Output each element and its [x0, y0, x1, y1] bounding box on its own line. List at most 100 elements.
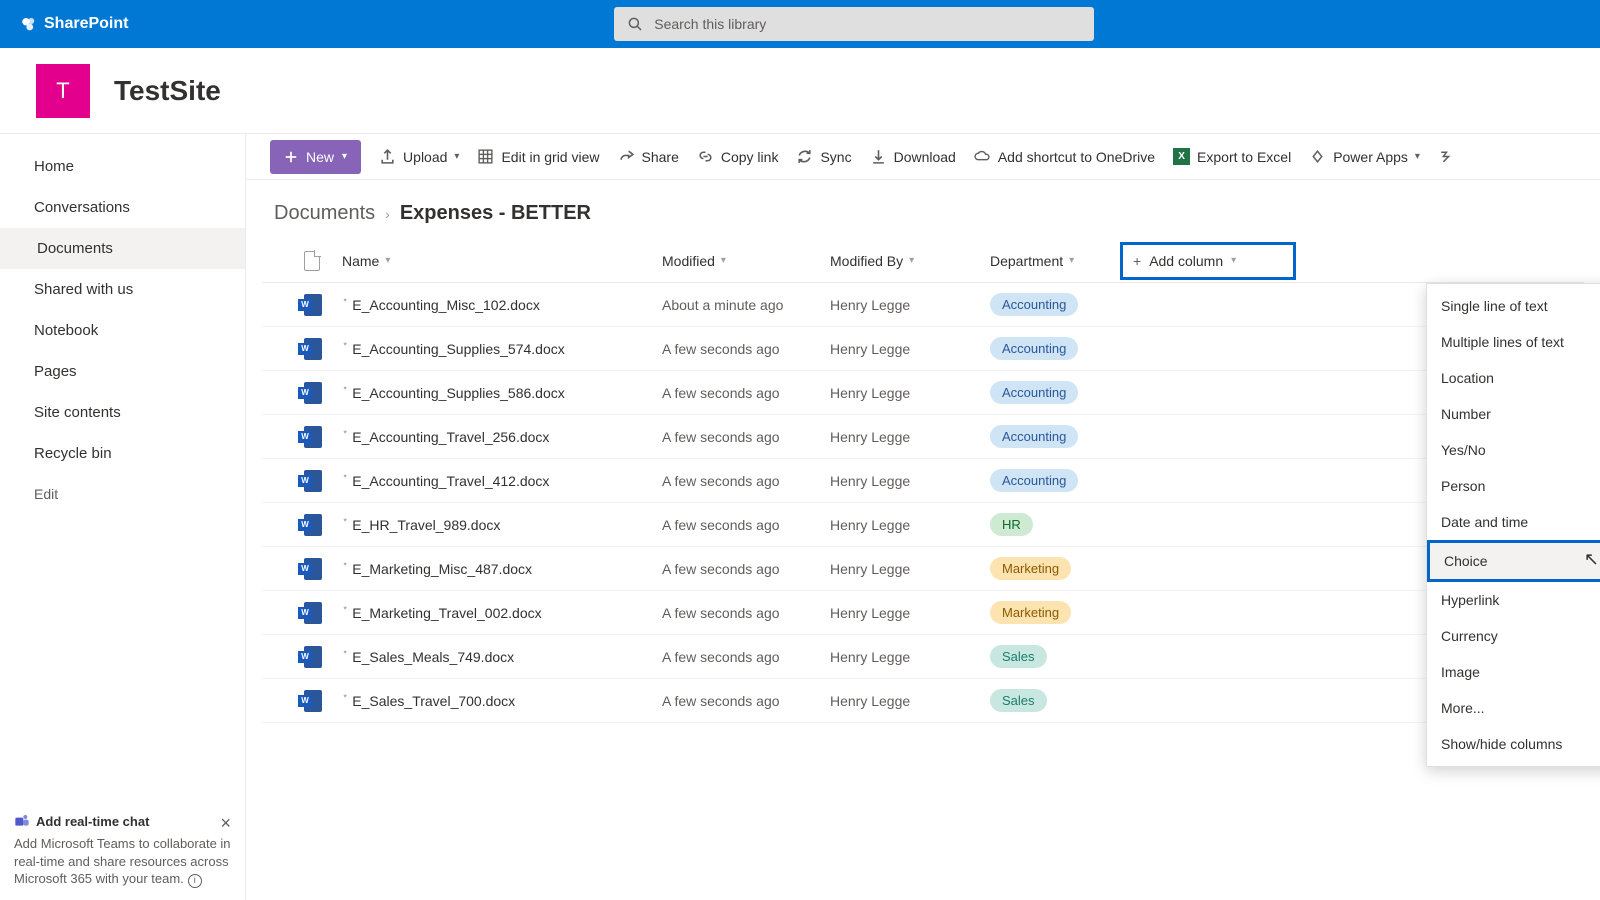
file-name-cell[interactable]: ⋆E_Sales_Meals_749.docx	[342, 649, 662, 665]
column-header-modified-by[interactable]: Modified By▾	[830, 253, 990, 269]
add-column-label: Add column	[1149, 253, 1223, 269]
nav-item-recycle-bin[interactable]: Recycle bin	[0, 433, 245, 474]
modified-by-cell[interactable]: Henry Legge	[830, 649, 990, 665]
nav-edit-link[interactable]: Edit	[0, 474, 245, 514]
file-name-cell[interactable]: ⋆E_Accounting_Travel_412.docx	[342, 473, 662, 489]
department-pill: Sales	[990, 689, 1047, 712]
file-name-cell[interactable]: ⋆E_Accounting_Misc_102.docx	[342, 297, 662, 313]
add-column-button[interactable]: + Add column ▾	[1120, 242, 1296, 280]
file-name-cell[interactable]: ⋆E_Accounting_Travel_256.docx	[342, 429, 662, 445]
table-row[interactable]: ⋆E_HR_Travel_989.docxA few seconds agoHe…	[262, 503, 1584, 547]
nav-item-documents[interactable]: Documents	[0, 228, 245, 269]
plus-icon	[284, 150, 298, 164]
share-button[interactable]: Share	[618, 148, 679, 165]
modified-by-cell[interactable]: Henry Legge	[830, 605, 990, 621]
sync-button[interactable]: Sync	[796, 148, 851, 165]
modified-by-cell[interactable]: Henry Legge	[830, 693, 990, 709]
department-cell: Accounting	[990, 469, 1120, 492]
file-name-cell[interactable]: ⋆E_Accounting_Supplies_586.docx	[342, 385, 662, 401]
modified-by-cell[interactable]: Henry Legge	[830, 297, 990, 313]
column-header-department-label: Department	[990, 253, 1063, 269]
modified-cell: A few seconds ago	[662, 561, 830, 577]
add-column-option-date-and-time[interactable]: Date and time	[1427, 504, 1600, 540]
nav-item-pages[interactable]: Pages	[0, 351, 245, 392]
file-name-text: E_HR_Travel_989.docx	[352, 517, 500, 533]
column-header-department[interactable]: Department▾	[990, 253, 1120, 269]
copy-link-button[interactable]: Copy link	[697, 148, 779, 165]
upload-icon	[379, 148, 396, 165]
suite-header: SharePoint	[0, 0, 1600, 48]
add-column-option-yes-no[interactable]: Yes/No	[1427, 432, 1600, 468]
modified-by-cell[interactable]: Henry Legge	[830, 429, 990, 445]
nav-item-shared-with-us[interactable]: Shared with us	[0, 269, 245, 310]
add-column-option-more-[interactable]: More...	[1427, 690, 1600, 726]
nav-item-conversations[interactable]: Conversations	[0, 187, 245, 228]
department-cell: Sales	[990, 689, 1120, 712]
column-header-modified[interactable]: Modified▾	[662, 253, 830, 269]
upload-button[interactable]: Upload ▾	[379, 148, 459, 165]
close-icon[interactable]: ×	[220, 813, 231, 834]
add-column-option-currency[interactable]: Currency	[1427, 618, 1600, 654]
app-brand[interactable]: SharePoint	[20, 15, 128, 33]
column-header-type[interactable]	[304, 251, 342, 271]
new-indicator-icon: ⋆	[342, 339, 348, 350]
file-name-text: E_Accounting_Supplies_586.docx	[352, 385, 565, 401]
modified-by-cell[interactable]: Henry Legge	[830, 517, 990, 533]
column-header-modified-label: Modified	[662, 253, 715, 269]
add-column-option-location[interactable]: Location	[1427, 360, 1600, 396]
file-name-cell[interactable]: ⋆E_Sales_Travel_700.docx	[342, 693, 662, 709]
add-shortcut-button[interactable]: Add shortcut to OneDrive	[974, 148, 1155, 165]
sync-label: Sync	[820, 149, 851, 165]
nav-item-site-contents[interactable]: Site contents	[0, 392, 245, 433]
add-column-option-show-hide-columns[interactable]: Show/hide columns	[1427, 726, 1600, 762]
table-row[interactable]: ⋆E_Accounting_Travel_412.docxA few secon…	[262, 459, 1584, 503]
modified-cell: A few seconds ago	[662, 605, 830, 621]
file-name-cell[interactable]: ⋆E_Marketing_Travel_002.docx	[342, 605, 662, 621]
new-button[interactable]: New ▾	[270, 140, 361, 174]
word-doc-icon	[304, 338, 322, 360]
breadcrumb-root[interactable]: Documents	[274, 202, 375, 225]
add-column-option-image[interactable]: Image	[1427, 654, 1600, 690]
file-type-cell	[304, 602, 342, 624]
export-excel-button[interactable]: X Export to Excel	[1173, 148, 1291, 165]
add-column-option-multiple-lines-of-text[interactable]: Multiple lines of text	[1427, 324, 1600, 360]
modified-by-cell[interactable]: Henry Legge	[830, 561, 990, 577]
table-row[interactable]: ⋆E_Accounting_Supplies_574.docxA few sec…	[262, 327, 1584, 371]
table-row[interactable]: ⋆E_Accounting_Supplies_586.docxA few sec…	[262, 371, 1584, 415]
table-row[interactable]: ⋆E_Accounting_Misc_102.docxAbout a minut…	[262, 283, 1584, 327]
powerapps-label: Power Apps	[1333, 149, 1408, 165]
download-button[interactable]: Download	[870, 148, 956, 165]
search-box[interactable]	[614, 7, 1094, 41]
add-column-option-number[interactable]: Number	[1427, 396, 1600, 432]
modified-by-cell[interactable]: Henry Legge	[830, 385, 990, 401]
nav-item-home[interactable]: Home	[0, 146, 245, 187]
info-icon[interactable]: i	[188, 874, 202, 888]
site-logo[interactable]: T	[36, 64, 90, 118]
add-column-option-hyperlink[interactable]: Hyperlink	[1427, 582, 1600, 618]
table-row[interactable]: ⋆E_Accounting_Travel_256.docxA few secon…	[262, 415, 1584, 459]
add-column-option-person[interactable]: Person	[1427, 468, 1600, 504]
power-apps-button[interactable]: Power Apps ▾	[1309, 148, 1420, 165]
site-name[interactable]: TestSite	[114, 75, 221, 107]
column-header-name[interactable]: Name▾	[342, 253, 662, 269]
edit-grid-button[interactable]: Edit in grid view	[477, 148, 599, 165]
file-type-cell	[304, 338, 342, 360]
table-row[interactable]: ⋆E_Sales_Travel_700.docxA few seconds ag…	[262, 679, 1584, 723]
nav-item-notebook[interactable]: Notebook	[0, 310, 245, 351]
file-name-cell[interactable]: ⋆E_Marketing_Misc_487.docx	[342, 561, 662, 577]
add-column-option-choice[interactable]: Choice↖	[1427, 540, 1600, 582]
search-input[interactable]	[654, 16, 1082, 32]
automate-button[interactable]	[1438, 148, 1455, 165]
modified-by-cell[interactable]: Henry Legge	[830, 341, 990, 357]
modified-cell: A few seconds ago	[662, 649, 830, 665]
table-row[interactable]: ⋆E_Marketing_Misc_487.docxA few seconds …	[262, 547, 1584, 591]
modified-by-cell[interactable]: Henry Legge	[830, 473, 990, 489]
file-name-cell[interactable]: ⋆E_HR_Travel_989.docx	[342, 517, 662, 533]
department-cell: Accounting	[990, 293, 1120, 316]
table-row[interactable]: ⋆E_Sales_Meals_749.docxA few seconds ago…	[262, 635, 1584, 679]
file-name-cell[interactable]: ⋆E_Accounting_Supplies_574.docx	[342, 341, 662, 357]
add-column-option-single-line-of-text[interactable]: Single line of text	[1427, 288, 1600, 324]
grid-header-row: Name▾ Modified▾ Modified By▾ Department▾…	[262, 239, 1584, 283]
modified-cell: A few seconds ago	[662, 341, 830, 357]
table-row[interactable]: ⋆E_Marketing_Travel_002.docxA few second…	[262, 591, 1584, 635]
